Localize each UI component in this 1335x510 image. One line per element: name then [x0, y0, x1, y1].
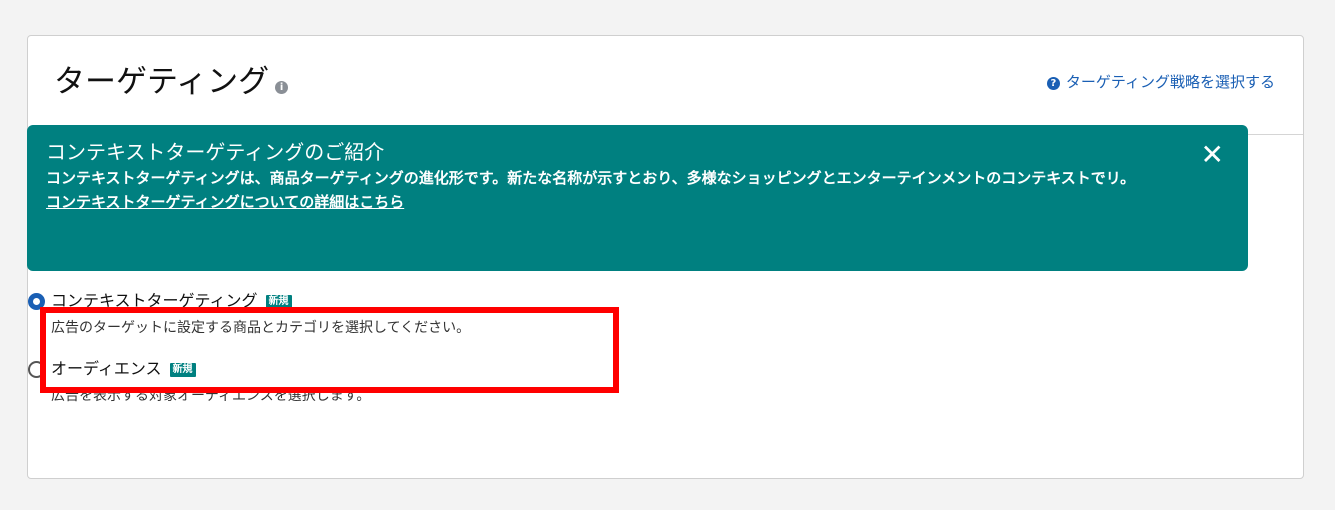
targeting-strategy-link-label: ターゲティング戦略を選択する: [1065, 73, 1275, 91]
option-label[interactable]: オーディエンス 新規: [51, 359, 196, 379]
page-title-text: ターゲティング: [54, 64, 270, 100]
option-label[interactable]: コンテキストターゲティング 新規: [51, 291, 292, 311]
radio-audience[interactable]: [28, 361, 45, 378]
contextual-targeting-banner: コンテキストターゲティングのご紹介 コンテキストターゲティングは、商品ターゲティ…: [27, 125, 1248, 271]
question-circle-icon: ?: [1046, 77, 1060, 90]
new-badge: 新規: [169, 363, 196, 377]
page-title: ターゲティング i: [54, 63, 289, 101]
banner-learn-more-link[interactable]: コンテキストターゲティングについての詳細はこちら: [46, 190, 404, 214]
option-label-text: コンテキストターゲティング: [51, 291, 258, 310]
new-badge: 新規: [265, 295, 292, 309]
option-description: 広告のターゲットに設定する商品とカテゴリを選択してください。: [51, 320, 471, 336]
info-icon[interactable]: i: [275, 81, 289, 94]
card-header: ターゲティング i ? ターゲティング戦略を選択する: [28, 36, 1303, 135]
banner-body: コンテキストターゲティングは、商品ターゲティングの進化形です。新たな名称が示すと…: [46, 169, 1136, 187]
targeting-strategy-link[interactable]: ? ターゲティング戦略を選択する: [1046, 71, 1275, 92]
option-label-text: オーディエンス: [51, 359, 162, 378]
banner-title: コンテキストターゲティングのご紹介: [46, 140, 385, 164]
radio-contextual-targeting[interactable]: [28, 293, 45, 310]
option-description: 広告を表示する対象オーディエンスを選択します。: [51, 388, 371, 404]
close-icon[interactable]: ✕: [1201, 139, 1224, 171]
